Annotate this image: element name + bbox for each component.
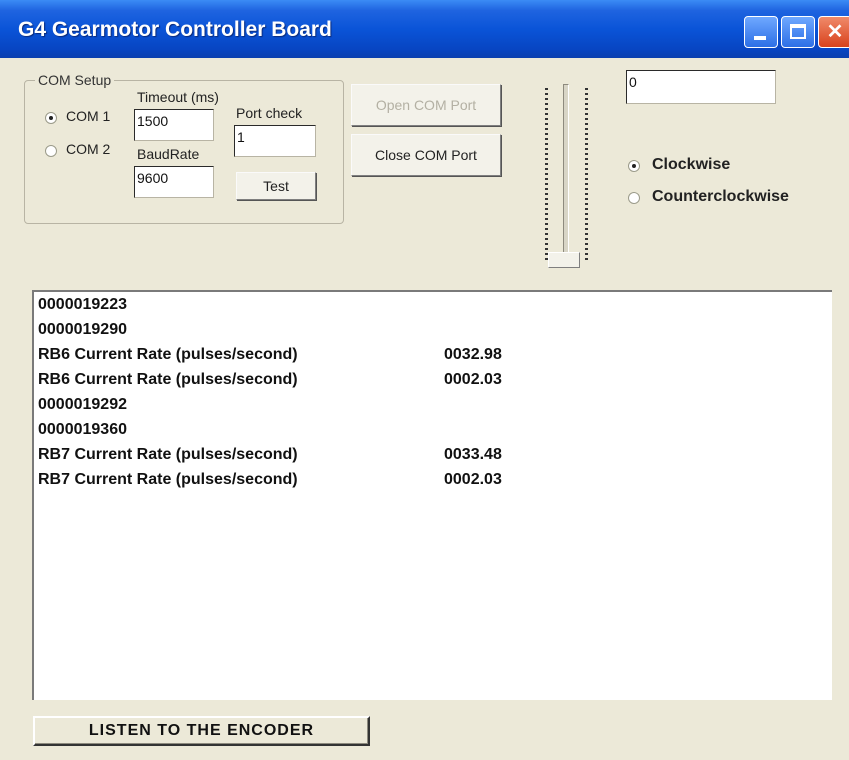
clockwise-radio[interactable] bbox=[628, 160, 640, 172]
speed-value-field[interactable]: 0 bbox=[626, 70, 776, 104]
title-bar[interactable]: G4 Gearmotor Controller Board ✕ bbox=[0, 0, 849, 58]
maximize-button[interactable] bbox=[781, 16, 815, 48]
open-com-port-button[interactable]: Open COM Port bbox=[351, 84, 501, 126]
close-button[interactable]: ✕ bbox=[818, 16, 849, 48]
log-line: 0000019360 bbox=[38, 421, 127, 438]
port-check-label: Port check bbox=[236, 105, 303, 121]
close-icon: ✕ bbox=[826, 21, 844, 43]
window-title: G4 Gearmotor Controller Board bbox=[18, 18, 332, 41]
slider-ticks-right bbox=[585, 88, 588, 260]
counterclockwise-radio[interactable] bbox=[628, 192, 640, 204]
timeout-label: Timeout (ms) bbox=[137, 89, 219, 105]
log-line: RB7 Current Rate (pulses/second) bbox=[38, 446, 298, 463]
timeout-input[interactable]: 1500 bbox=[134, 109, 214, 141]
com-setup-legend: COM Setup bbox=[38, 72, 112, 88]
log-value: 0002.03 bbox=[444, 371, 502, 388]
port-check-input[interactable]: 1 bbox=[234, 125, 316, 157]
log-line: 0000019290 bbox=[38, 321, 127, 338]
speed-slider-thumb[interactable] bbox=[548, 252, 580, 268]
clockwise-label[interactable]: Clockwise bbox=[652, 156, 730, 174]
com2-label[interactable]: COM 2 bbox=[66, 141, 110, 157]
log-line: 0000019223 bbox=[38, 296, 127, 313]
log-line: 0000019292 bbox=[38, 396, 127, 413]
com1-radio[interactable] bbox=[45, 112, 57, 124]
baudrate-label: BaudRate bbox=[137, 146, 200, 162]
close-com-port-button[interactable]: Close COM Port bbox=[351, 134, 501, 176]
log-line: RB7 Current Rate (pulses/second) bbox=[38, 471, 298, 488]
minimize-button[interactable] bbox=[744, 16, 778, 48]
app-window: G4 Gearmotor Controller Board ✕ COM Setu… bbox=[0, 0, 849, 760]
minimize-icon bbox=[754, 36, 766, 40]
counterclockwise-label[interactable]: Counterclockwise bbox=[652, 188, 789, 206]
log-line: RB6 Current Rate (pulses/second) bbox=[38, 371, 298, 388]
log-value: 0033.48 bbox=[444, 446, 502, 463]
com1-label[interactable]: COM 1 bbox=[66, 108, 110, 124]
slider-ticks-left bbox=[545, 88, 548, 260]
listen-encoder-button[interactable]: LISTEN TO THE ENCODER bbox=[33, 716, 370, 746]
com2-radio[interactable] bbox=[45, 145, 57, 157]
log-line: RB6 Current Rate (pulses/second) bbox=[38, 346, 298, 363]
log-value: 0002.03 bbox=[444, 471, 502, 488]
log-value: 0032.98 bbox=[444, 346, 502, 363]
maximize-icon bbox=[790, 24, 806, 39]
speed-slider-track[interactable] bbox=[563, 84, 569, 264]
test-button[interactable]: Test bbox=[236, 172, 316, 200]
output-log[interactable]: 0000019223 0000019290 RB6 Current Rate (… bbox=[32, 290, 832, 700]
baudrate-input[interactable]: 9600 bbox=[134, 166, 214, 198]
